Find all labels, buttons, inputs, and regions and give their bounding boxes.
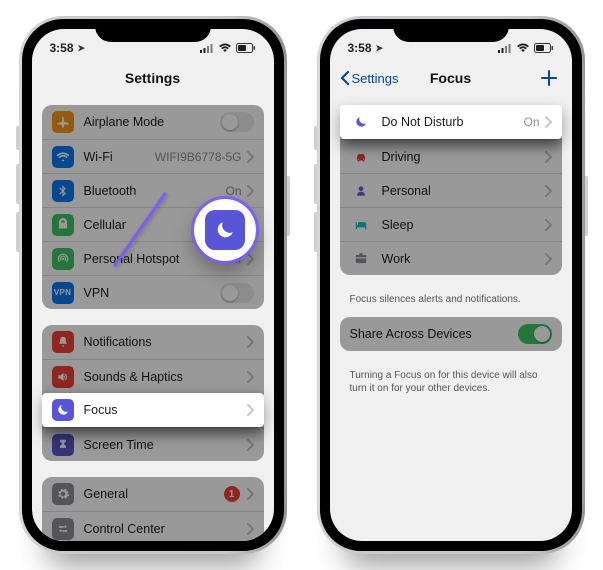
row-label: Bluetooth: [84, 184, 226, 198]
chevron-right-icon: [246, 151, 254, 163]
row-value: On: [523, 115, 539, 129]
settings-row-focus[interactable]: Focus: [42, 393, 264, 427]
cellular-signal-icon: [498, 43, 512, 53]
chevron-right-icon: [246, 371, 254, 383]
status-time: 3:58: [50, 41, 74, 55]
notch: [95, 19, 211, 42]
plus-icon: [540, 69, 558, 87]
briefcase-icon: [350, 248, 372, 270]
row-value: WIFI9B6778-5G: [155, 150, 242, 164]
notch: [393, 19, 509, 42]
vpn-icon: VPN: [52, 282, 74, 304]
wifi-icon: [52, 146, 74, 168]
hourglass-icon: [52, 434, 74, 456]
row-label: Do Not Disturb: [382, 115, 524, 129]
chevron-right-icon: [544, 151, 552, 163]
settings-row-airplane-mode[interactable]: Airplane Mode: [42, 105, 264, 139]
settings-row-personal[interactable]: Personal: [340, 173, 562, 207]
chevron-left-icon: [340, 71, 350, 85]
settings-group: General 1 Control Center AA Display & Br…: [42, 477, 264, 541]
moon-icon: [52, 399, 74, 421]
settings-row-sounds-haptics[interactable]: Sounds & Haptics: [42, 359, 264, 393]
settings-row-driving[interactable]: Driving: [340, 139, 562, 173]
settings-row-general[interactable]: General 1: [42, 477, 264, 511]
chevron-right-icon: [544, 253, 552, 265]
nav-bar: Settings: [32, 61, 274, 95]
moon-outline-icon: [350, 111, 372, 133]
back-label: Settings: [352, 71, 399, 86]
chevron-right-icon: [246, 523, 254, 535]
settings-row-screen-time[interactable]: Screen Time: [42, 427, 264, 461]
settings-row-work[interactable]: Work: [340, 241, 562, 275]
settings-row-do-not-disturb[interactable]: Do Not Disturb On: [340, 105, 562, 139]
gear-icon: [52, 483, 74, 505]
cellular-icon: [52, 214, 74, 236]
bed-icon: [350, 214, 372, 236]
row-label: Share Across Devices: [350, 327, 518, 341]
toggle-switch[interactable]: [220, 283, 254, 303]
phone-device-right: 3:58 ➤ Settings Focus: [317, 16, 585, 554]
settings-row-vpn[interactable]: VPN VPN: [42, 275, 264, 309]
person-icon: [350, 180, 372, 202]
phone-device-left: 3:58 ➤ Settings Airplane Mode Wi-Fi WIFI: [19, 16, 287, 554]
settings-row-sleep[interactable]: Sleep: [340, 207, 562, 241]
location-arrow-icon: ➤: [78, 43, 86, 54]
row-label: Sleep: [382, 218, 544, 232]
row-label: Control Center: [84, 522, 246, 536]
status-time: 3:58: [348, 41, 372, 55]
row-label: Notifications: [84, 335, 246, 349]
back-button[interactable]: Settings: [340, 71, 399, 86]
row-label: Driving: [382, 150, 544, 164]
battery-icon: [236, 43, 256, 53]
page-title: Settings: [125, 70, 180, 86]
chevron-right-icon: [246, 404, 254, 416]
share-group: Share Across Devices: [340, 317, 562, 351]
bluetooth-icon: [52, 180, 74, 202]
battery-icon: [534, 43, 554, 53]
page-title: Focus: [430, 70, 471, 86]
toggle-switch[interactable]: [518, 324, 552, 344]
switches-icon: [52, 518, 74, 540]
row-label: Airplane Mode: [84, 115, 220, 129]
row-label: General: [84, 487, 224, 501]
bell-icon: [52, 331, 74, 353]
airplane-icon: [52, 111, 74, 133]
share-across-devices-row[interactable]: Share Across Devices: [340, 317, 562, 351]
cellular-signal-icon: [200, 43, 214, 53]
chevron-right-icon: [246, 336, 254, 348]
notification-badge: 1: [224, 486, 240, 502]
row-label: Focus: [84, 403, 246, 417]
row-label: Work: [382, 252, 544, 266]
focus-callout: [194, 199, 256, 261]
row-label: Screen Time: [84, 438, 246, 452]
wifi-icon: [218, 43, 232, 53]
footer-note-2: Turning a Focus on for this device will …: [330, 367, 572, 396]
chevron-right-icon: [544, 116, 552, 128]
car-icon: [350, 146, 372, 168]
row-label: VPN: [84, 286, 220, 300]
chevron-right-icon: [544, 219, 552, 231]
settings-row-wi-fi[interactable]: Wi-Fi WIFI9B6778-5G: [42, 139, 264, 173]
speaker-icon: [52, 366, 74, 388]
chevron-right-icon: [246, 185, 254, 197]
nav-bar: Settings Focus: [330, 61, 572, 95]
hotspot-icon: [52, 248, 74, 270]
settings-row-control-center[interactable]: Control Center: [42, 511, 264, 541]
row-label: Personal: [382, 184, 544, 198]
chevron-right-icon: [544, 185, 552, 197]
row-label: Wi-Fi: [84, 150, 155, 164]
chevron-right-icon: [246, 439, 254, 451]
chevron-right-icon: [246, 488, 254, 500]
wifi-icon: [516, 43, 530, 53]
settings-row-notifications[interactable]: Notifications: [42, 325, 264, 359]
add-button[interactable]: [540, 69, 558, 87]
toggle-switch[interactable]: [220, 112, 254, 132]
footer-note-1: Focus silences alerts and notifications.: [330, 291, 572, 307]
location-arrow-icon: ➤: [376, 43, 384, 54]
row-label: Sounds & Haptics: [84, 370, 246, 384]
